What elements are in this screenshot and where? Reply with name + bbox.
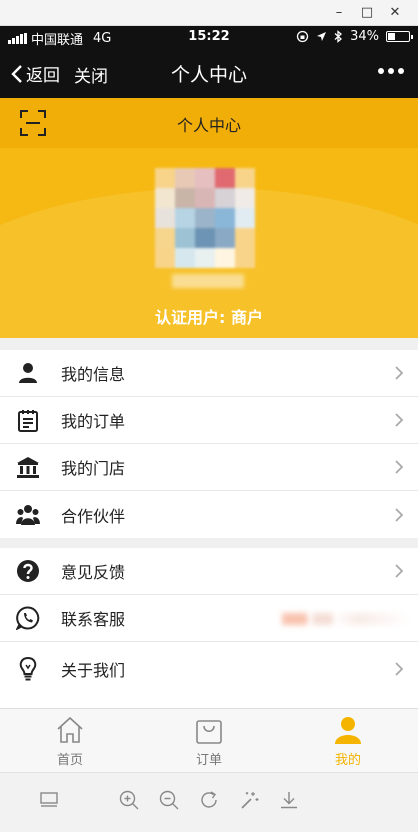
section-gap [0, 538, 418, 548]
close-window-button[interactable]: ✕ [386, 4, 404, 22]
battery-icon [386, 31, 413, 42]
orientation-lock-icon [296, 30, 309, 43]
lightbulb-icon [16, 657, 40, 681]
chevron-right-icon [395, 460, 404, 474]
clipboard-icon [16, 408, 40, 432]
menu-item-partners[interactable]: 合作伙伴 [0, 491, 418, 538]
tab-bar: 首页 订单 我的 [0, 708, 418, 772]
tab-orders[interactable]: 订单 [169, 715, 249, 768]
menu-group-account: 我的信息 我的订单 我的门店 合作伙伴 [0, 350, 418, 538]
home-icon [57, 716, 83, 743]
service-contact-blurred [282, 613, 410, 625]
bag-icon [196, 720, 222, 744]
minimize-button[interactable]: – [330, 4, 348, 22]
back-button[interactable]: 返回 [10, 61, 60, 86]
battery-percent: 34% [350, 29, 379, 44]
back-label: 返回 [26, 66, 60, 86]
page-title: 个人中心 [170, 64, 247, 86]
layout-icon[interactable] [38, 789, 60, 811]
location-icon [317, 32, 327, 41]
profile-header: 个人中心 认证用户: 商户 [0, 98, 418, 338]
username-blurred [172, 274, 244, 288]
rotate-icon[interactable] [198, 789, 220, 811]
chevron-right-icon [395, 366, 404, 380]
menu-item-label: 意见反馈 [61, 563, 126, 582]
menu-item-label: 关于我们 [61, 661, 126, 680]
chevron-right-icon [395, 564, 404, 578]
zoom-out-icon[interactable] [158, 789, 180, 811]
menu-item-label: 我的订单 [61, 412, 126, 431]
menu-item-customer-service[interactable]: 联系客服 [0, 595, 418, 642]
user-icon [335, 717, 361, 744]
chevron-right-icon [395, 662, 404, 676]
certification-status: 认证用户: 商户 [155, 308, 263, 327]
menu-item-feedback[interactable]: 意见反馈 [0, 548, 418, 595]
person-icon [16, 361, 40, 385]
more-options-icon[interactable] [378, 68, 404, 74]
tab-mine[interactable]: 我的 [308, 715, 388, 768]
menu-item-my-info[interactable]: 我的信息 [0, 350, 418, 397]
menu-item-label: 我的门店 [61, 459, 126, 478]
menu-item-label: 合作伙伴 [61, 506, 126, 526]
maximize-button[interactable]: □ [358, 4, 376, 22]
close-button[interactable]: 关闭 [74, 62, 108, 87]
section-gap [0, 338, 418, 350]
window-title-bar: – □ ✕ [0, 0, 418, 26]
avatar[interactable] [155, 168, 255, 268]
phone-chat-icon [16, 606, 40, 630]
viewer-toolbar [0, 772, 418, 832]
menu-item-about[interactable]: 关于我们 [0, 642, 418, 696]
menu-group-support: 意见反馈 联系客服 关于我们 [0, 548, 418, 696]
tab-home[interactable]: 首页 [30, 715, 110, 768]
header-title: 个人中心 [176, 116, 241, 135]
chevron-left-icon [11, 64, 22, 83]
tab-label: 订单 [195, 753, 222, 768]
status-bar: 中国联通 4G 15:22 34% [0, 26, 418, 48]
menu-item-my-orders[interactable]: 我的订单 [0, 397, 418, 444]
menu-item-my-store[interactable]: 我的门店 [0, 444, 418, 491]
zoom-in-icon[interactable] [118, 789, 140, 811]
chevron-right-icon [395, 507, 404, 522]
menu-item-label: 我的信息 [61, 365, 126, 384]
magic-wand-icon[interactable] [238, 789, 260, 811]
tab-label: 我的 [334, 753, 361, 768]
question-icon [16, 559, 40, 583]
download-icon[interactable] [278, 789, 300, 811]
bank-icon [16, 455, 40, 479]
tab-label: 首页 [56, 753, 83, 768]
navigation-bar: 返回 关闭 个人中心 [0, 48, 418, 98]
menu-item-label: 联系客服 [61, 610, 126, 629]
chevron-right-icon [395, 413, 404, 427]
bluetooth-icon [334, 30, 343, 43]
group-icon [16, 503, 40, 527]
